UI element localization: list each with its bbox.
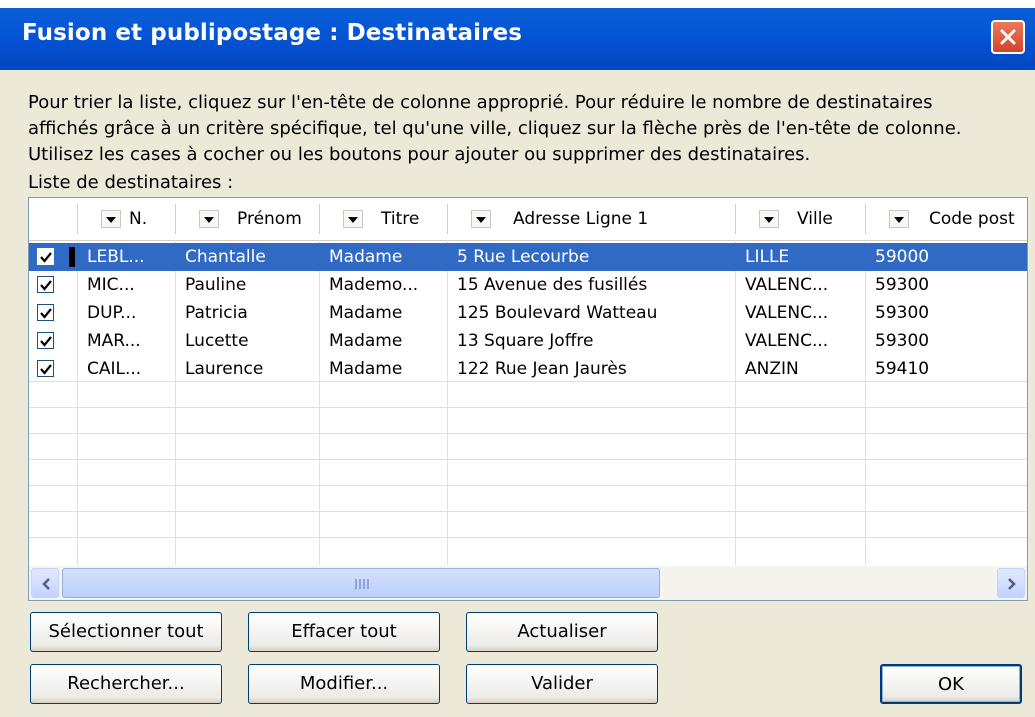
chevron-left-icon [42,578,50,590]
cell-titre: Madame [329,331,403,351]
recipient-checkbox[interactable] [37,276,54,293]
table-row[interactable]: DUP... Patricia Madame 125 Boulevard Wat… [29,299,1027,327]
table-row[interactable]: MAR... Lucette Madame 13 Square Joffre V… [29,327,1027,355]
chevron-right-icon [1008,578,1016,590]
recipients-list-label: Liste de destinataires : [28,172,234,193]
cell-nom: MIC... [87,275,135,295]
close-button[interactable] [991,20,1025,54]
filter-arrow-icon[interactable] [343,210,363,228]
refresh-button[interactable]: Actualiser [466,612,658,652]
checkmark-icon [40,364,52,375]
cell-adresse: 13 Square Joffre [457,331,594,351]
cell-adresse: 5 Rue Lecourbe [457,247,590,267]
filter-arrow-icon[interactable] [759,210,779,228]
cell-nom: LEBL... [87,247,145,267]
cell-prenom: Chantalle [185,247,266,267]
cell-adresse: 122 Rue Jean Jaurès [457,359,627,379]
checkmark-icon [40,252,52,263]
cell-nom: MAR... [87,331,141,351]
cell-prenom: Laurence [185,359,264,379]
grid-header: N. Prénom Titre Adresse Ligne 1 Ville Co… [29,198,1027,241]
ok-button[interactable]: OK [880,664,1022,704]
horizontal-scrollbar[interactable] [29,566,1027,600]
cell-ville: VALENC... [745,275,829,295]
cell-code-postal: 59300 [875,303,930,323]
cell-nom: CAIL... [87,359,142,379]
find-button[interactable]: Rechercher... [30,664,222,704]
recipient-checkbox[interactable] [37,332,54,349]
cell-titre: Mademo... [329,275,419,295]
table-row[interactable]: LEBL... Chantalle Madame 5 Rue Lecourbe … [29,243,1027,271]
cell-code-postal: 59410 [875,359,930,379]
cell-code-postal: 59300 [875,275,930,295]
recipient-checkbox[interactable] [37,248,54,265]
checkmark-icon [40,308,52,319]
clear-all-button[interactable]: Effacer tout [248,612,440,652]
header-checkbox-column[interactable] [29,198,77,240]
cell-prenom: Pauline [185,275,247,295]
close-icon [1000,29,1016,45]
window-title: Fusion et publipostage : Destinataires [22,20,523,46]
cell-ville: LILLE [745,247,790,267]
filter-arrow-icon[interactable] [101,210,121,228]
filter-arrow-icon[interactable] [471,210,491,228]
recipient-checkbox[interactable] [37,304,54,321]
recipients-grid[interactable]: N. Prénom Titre Adresse Ligne 1 Ville Co… [28,197,1028,601]
cell-prenom: Lucette [185,331,249,351]
table-row[interactable]: MIC... Pauline Mademo... 15 Avenue des f… [29,271,1027,299]
header-code-postal[interactable]: Code post [889,198,1027,240]
header-ville[interactable]: Ville [759,198,863,240]
cell-adresse: 125 Boulevard Watteau [457,303,658,323]
header-nom[interactable]: N. [101,198,175,240]
checkmark-icon [40,280,52,291]
cell-titre: Madame [329,247,403,267]
recipient-checkbox[interactable] [37,360,54,377]
scroll-right-button[interactable] [997,568,1025,598]
cell-nom: DUP... [87,303,137,323]
cell-code-postal: 59000 [875,247,930,267]
validate-button[interactable]: Valider [466,664,658,704]
header-prenom[interactable]: Prénom [199,198,317,240]
header-titre[interactable]: Titre [343,198,447,240]
cell-prenom: Patricia [185,303,248,323]
instructions-line: affichés grâce à un critère spécifique, … [28,118,962,139]
cell-code-postal: 59300 [875,331,930,351]
filter-arrow-icon[interactable] [199,210,219,228]
header-adresse[interactable]: Adresse Ligne 1 [471,198,729,240]
cell-adresse: 15 Avenue des fusillés [457,275,648,295]
scrollbar-thumb[interactable] [62,568,660,598]
cell-titre: Madame [329,303,403,323]
instructions-text: Pour trier la liste, cliquez sur l'en-tê… [28,90,1018,168]
instructions-line: Utilisez les cases à cocher ou les bouto… [28,144,811,165]
table-row[interactable]: CAIL... Laurence Madame 122 Rue Jean Jau… [29,355,1027,383]
scroll-left-button[interactable] [31,568,59,598]
cell-titre: Madame [329,359,403,379]
checkmark-icon [40,336,52,347]
cell-ville: VALENC... [745,331,829,351]
cell-ville: ANZIN [745,359,799,379]
instructions-line: Pour trier la liste, cliquez sur l'en-tê… [28,92,933,113]
edit-button[interactable]: Modifier... [248,664,440,704]
cell-ville: VALENC... [745,303,829,323]
filter-arrow-icon[interactable] [889,210,909,228]
select-all-button[interactable]: Sélectionner tout [30,612,222,652]
